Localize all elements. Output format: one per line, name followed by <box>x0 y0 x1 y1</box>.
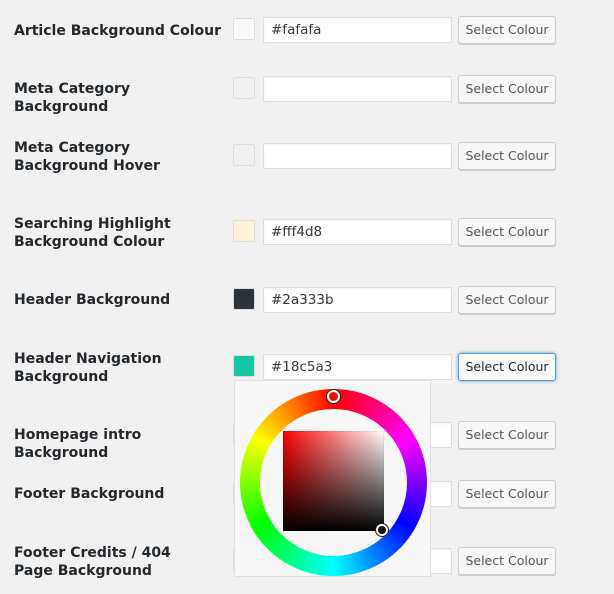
colour-swatch[interactable] <box>233 77 255 99</box>
setting-label: Meta Category Background Hover <box>14 140 160 174</box>
colour-swatch[interactable] <box>233 220 255 242</box>
select-colour-button[interactable]: Select Colour <box>458 218 556 246</box>
hex-input[interactable] <box>263 143 452 169</box>
colour-settings: Article Background Colour Select Colour … <box>0 0 614 594</box>
setting-label: Footer Background <box>14 486 165 502</box>
colour-picker-popover <box>234 380 431 577</box>
setting-label: Header Background <box>14 292 171 308</box>
setting-label: Header Navigation Background <box>14 351 162 385</box>
colour-swatch[interactable] <box>233 18 255 40</box>
hue-handle[interactable] <box>327 390 340 403</box>
hex-input[interactable] <box>263 219 452 245</box>
select-colour-button[interactable]: Select Colour <box>458 286 556 314</box>
hex-input[interactable] <box>263 17 452 43</box>
select-colour-button[interactable]: Select Colour <box>458 16 556 44</box>
setting-label: Article Background Colour <box>14 23 221 39</box>
setting-label: Searching Highlight Background Colour <box>14 216 171 250</box>
select-colour-button[interactable]: Select Colour <box>458 547 556 575</box>
hex-input[interactable] <box>263 287 452 313</box>
hex-input[interactable] <box>263 354 452 380</box>
setting-label: Meta Category Background <box>14 81 131 115</box>
colour-swatch[interactable] <box>233 288 255 310</box>
select-colour-button[interactable]: Select Colour <box>458 353 556 381</box>
select-colour-button[interactable]: Select Colour <box>458 421 556 449</box>
setting-label: Footer Credits / 404 Page Background <box>14 545 171 579</box>
select-colour-button[interactable]: Select Colour <box>458 75 556 103</box>
saturation-lightness-square[interactable] <box>283 431 384 531</box>
colour-swatch[interactable] <box>233 144 255 166</box>
setting-label: Homepage intro Background <box>14 427 142 461</box>
select-colour-button[interactable]: Select Colour <box>458 480 556 508</box>
colour-handle[interactable] <box>376 524 388 536</box>
colour-swatch[interactable] <box>233 355 255 377</box>
hex-input[interactable] <box>263 76 452 102</box>
select-colour-button[interactable]: Select Colour <box>458 142 556 170</box>
